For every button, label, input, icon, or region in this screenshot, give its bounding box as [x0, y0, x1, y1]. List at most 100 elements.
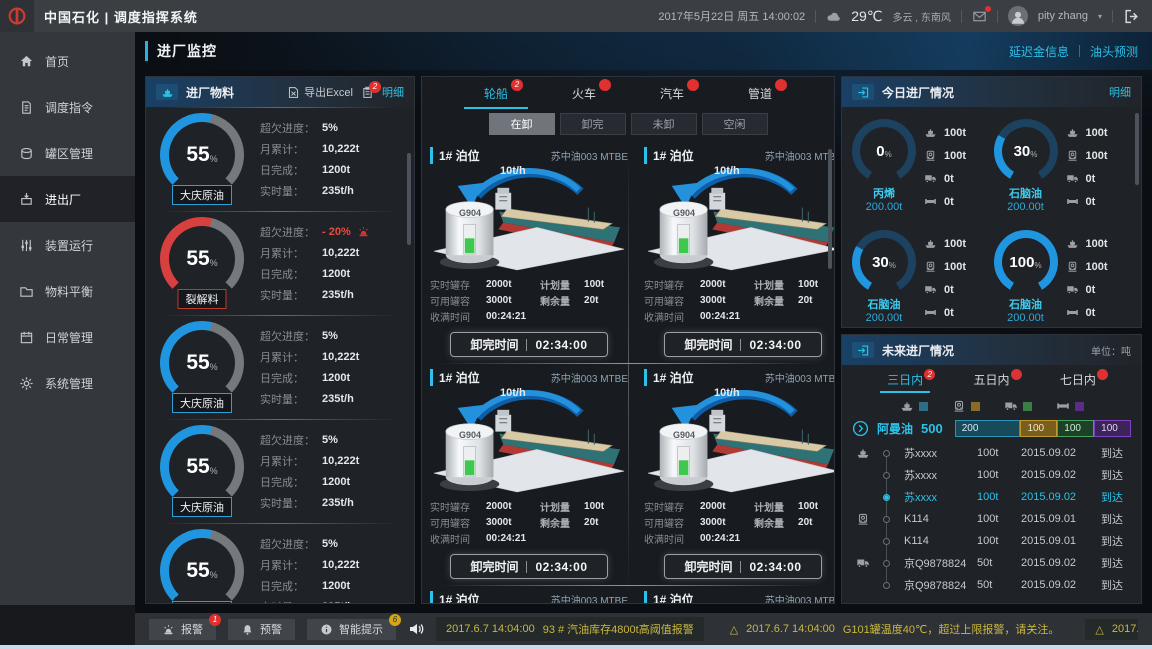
materials-list: 55 % 大庆原油 超欠进度：5% 月累计：10,222t 日完成：1200t … — [146, 107, 414, 603]
unload-finish-time-button[interactable]: 卸完时间 02:34:00 — [664, 332, 822, 357]
berth-card[interactable]: 1# 泊位 苏中油003 MTBE 10t/h G904 实时罐存2000t 可… — [636, 585, 834, 603]
unload-finish-time-button[interactable]: 卸完时间 02:34:00 — [664, 554, 822, 579]
weather-label: 多云 , 东南风 — [892, 9, 950, 24]
status-label: 到达 — [1101, 533, 1133, 549]
arrival-date: 2015.09.02 — [1021, 557, 1101, 569]
status-filter-tab[interactable]: 在卸 — [489, 113, 555, 135]
today-detail-link[interactable]: 明细 — [1109, 84, 1131, 100]
delay-info-link[interactable]: 延迟金信息 — [1009, 43, 1069, 60]
berth-card[interactable]: 1# 泊位 苏中油003 MTBE 10t/h G904 实时罐存2000t 可… — [422, 363, 636, 585]
unload-finish-time: 02:34:00 — [535, 560, 587, 574]
unload-finish-time-button[interactable]: 卸完时间 02:34:00 — [450, 332, 608, 357]
transport-tab[interactable]: 管道 — [716, 77, 804, 109]
sidebar-item[interactable]: 进出厂 — [0, 176, 135, 222]
expand-button[interactable] — [852, 420, 869, 437]
panel-header: 进厂物料 导出Excel 2 明细 — [146, 77, 414, 107]
progress-value: 5% — [322, 538, 338, 550]
tank-capacity-value: 3000t — [486, 295, 512, 306]
table-row[interactable]: 苏xxxx 100t 2015.09.02 到达 — [850, 442, 1133, 464]
transport-tab[interactable]: 轮船2 — [452, 77, 540, 109]
scrollbar[interactable] — [1135, 113, 1139, 185]
info-icon — [320, 623, 333, 636]
tank-id-label: G904 — [660, 430, 708, 440]
username-label[interactable]: pity zhang — [1038, 10, 1088, 22]
logout-button[interactable] — [1123, 8, 1140, 25]
timeline-dot — [876, 582, 896, 589]
clipboard-badge: 2 — [369, 81, 381, 93]
export-excel-button[interactable]: 导出Excel — [287, 84, 353, 100]
daily-value: 1200t — [322, 372, 350, 384]
material-gauge: 55 % 裂解料 — [160, 217, 244, 309]
table-row[interactable]: K114 100t 2015.09.01 到达 — [850, 508, 1133, 530]
speaker-icon[interactable] — [408, 621, 424, 637]
today-arrivals-panel: 今日进厂情况 明细 0 % 丙 — [841, 76, 1142, 328]
status-filter-tab[interactable]: 未卸 — [631, 113, 697, 135]
sidebar-item[interactable]: 装置运行 — [0, 222, 135, 268]
sidebar-item-label: 进出厂 — [45, 191, 81, 208]
temperature-label: 29℃ — [851, 8, 882, 25]
smart-tip-button[interactable]: 智能提示 6 — [307, 619, 396, 640]
truck-icon — [924, 172, 937, 185]
progress-value: 5% — [322, 122, 338, 134]
sidebar-item[interactable]: 首页 — [0, 38, 135, 84]
table-row[interactable]: 苏xxxx 100t 2015.09.02 到达 — [850, 486, 1133, 508]
ship-amount: 100t — [1086, 127, 1108, 139]
train-icon — [1066, 149, 1079, 162]
sidebar-item[interactable]: 罐区管理 — [0, 130, 135, 176]
chevron-down-icon: ▾ — [1098, 12, 1102, 21]
carrier-name: 京Q9878824 — [896, 555, 977, 571]
avatar[interactable] — [1008, 6, 1028, 26]
transport-icon — [850, 446, 876, 460]
scrollbar[interactable] — [828, 149, 832, 269]
transport-tab[interactable]: 火车 — [540, 77, 628, 109]
berth-card[interactable]: 1# 泊位 苏中油003 MTBE 10t/h G904 实时罐存2000t 可… — [636, 141, 834, 363]
material-name: 石脑油 — [994, 185, 1058, 201]
future-range-tab[interactable]: 七日内 — [1035, 371, 1121, 393]
monthly-value: 10,222t — [322, 143, 359, 155]
material-amount: 200.00t — [852, 201, 916, 213]
carrier-name: K114 — [896, 535, 977, 547]
sidebar-item-label: 系统管理 — [45, 375, 93, 392]
alarm-ticker: 2017.6.7 14:04:00 93 # 汽油库存4800t高阈值报警 △ … — [436, 617, 1138, 641]
truck-amount: 0t — [1086, 173, 1096, 185]
alarm-message: △ 2017.6.7 12:2 — [1085, 619, 1138, 640]
ship-icon — [1066, 237, 1079, 250]
transport-icon — [850, 512, 876, 526]
sidebar-item[interactable]: 系统管理 — [0, 360, 135, 406]
table-row[interactable]: 苏xxxx 100t 2015.09.02 到达 — [850, 464, 1133, 486]
status-filter-tab[interactable]: 卸完 — [560, 113, 626, 135]
unit-label: 单位：吨 — [1091, 343, 1131, 358]
table-row[interactable]: 京Q9878824 50t 2015.09.02 到达 — [850, 552, 1133, 574]
table-row[interactable]: K114 100t 2015.09.01 到达 — [850, 530, 1133, 552]
unload-finish-time-button[interactable]: 卸完时间 02:34:00 — [450, 554, 608, 579]
future-range-tab[interactable]: 三日内2 — [862, 371, 948, 393]
berth-label: 1# 泊位 — [430, 369, 480, 386]
berth-card[interactable]: 1# 泊位 苏中油003 MTBE 10t/h G904 实时罐存2000t 可… — [422, 141, 636, 363]
sidebar-item[interactable]: 物料平衡 — [0, 268, 135, 314]
arrival-date: 2015.09.02 — [1021, 447, 1101, 459]
berth-card[interactable]: 1# 泊位 苏中油003 MTBE 10t/h G904 实时罐存2000t 可… — [422, 585, 636, 603]
alarm-button[interactable]: 报警 1 — [149, 619, 216, 640]
monthly-value: 10,222t — [322, 559, 359, 571]
berth-card[interactable]: 1# 泊位 苏中油003 MTBE 10t/h G904 实时罐存2000t 可… — [636, 363, 834, 585]
plan-value: 100t — [798, 279, 818, 290]
gauge-percent: 55 — [186, 143, 209, 167]
oil-forecast-link[interactable]: 油头预测 — [1090, 43, 1138, 60]
future-range-tab[interactable]: 五日内 — [948, 371, 1034, 393]
table-row[interactable]: 京Q9878824 50t 2015.09.02 到达 — [850, 574, 1133, 596]
status-filter-tab[interactable]: 空闲 — [702, 113, 768, 135]
materials-detail-link[interactable]: 明细 — [382, 84, 404, 100]
clipboard-button[interactable]: 2 — [361, 86, 374, 99]
warning-button[interactable]: 预警 — [228, 619, 295, 640]
carrier-name: 苏xxxx — [896, 467, 977, 483]
sidebar: 首页 调度指令 罐区管理 进出厂 装置运行 — [0, 32, 135, 605]
scrollbar[interactable] — [407, 153, 411, 245]
transport-tab[interactable]: 汽车 — [628, 77, 716, 109]
sidebar-item[interactable]: 日常管理 — [0, 314, 135, 360]
status-label: 到达 — [1101, 555, 1133, 571]
train-icon — [952, 399, 966, 413]
sidebar-item[interactable]: 调度指令 — [0, 84, 135, 130]
page-header: 进厂监控 延迟金信息 油头预测 — [135, 32, 1152, 70]
material-name: 石脑油 — [852, 296, 916, 312]
messages-button[interactable] — [972, 9, 987, 24]
